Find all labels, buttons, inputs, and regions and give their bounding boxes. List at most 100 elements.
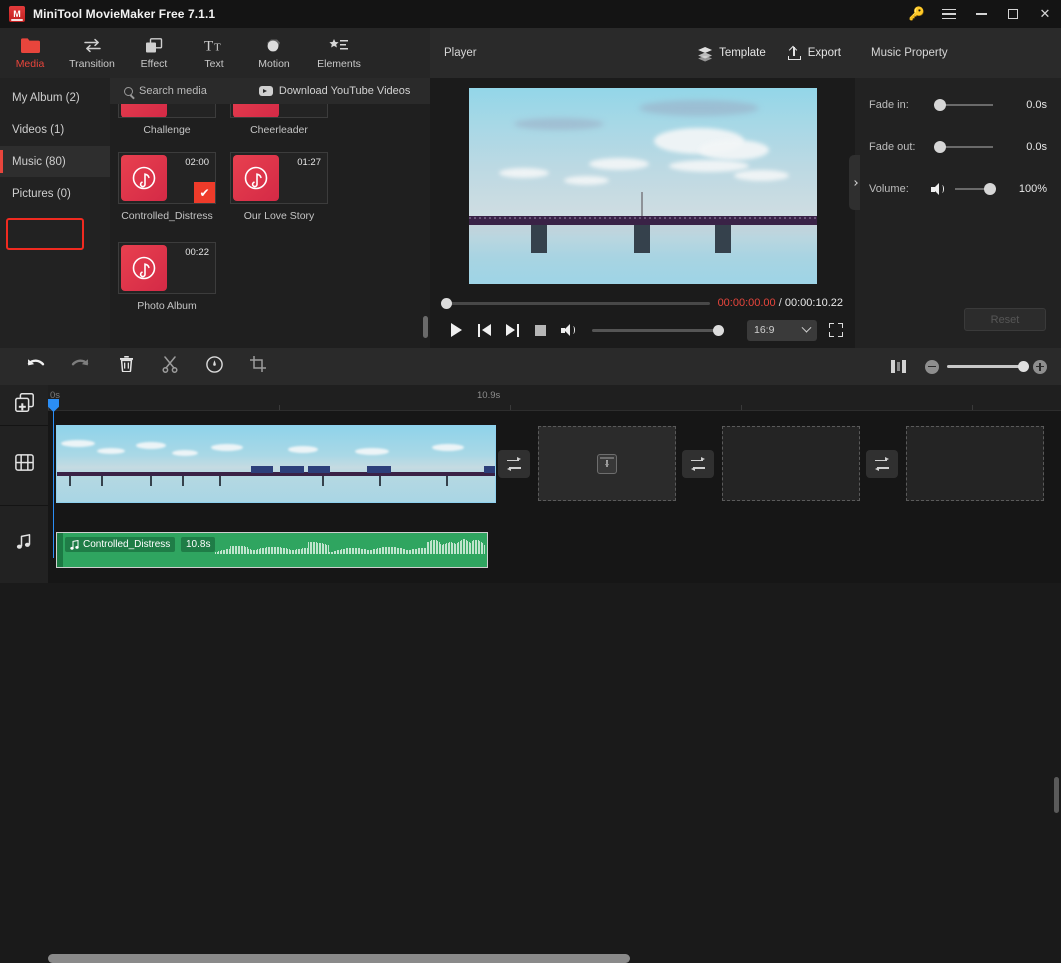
media-item-name: Cheerleader [250,124,308,136]
media-item-controlled-distress[interactable]: 02:00 ✔ Controlled_Distress [118,152,216,222]
media-item-photo-album[interactable]: 00:22 Photo Album [118,242,216,312]
volume-slider[interactable] [592,324,724,336]
timeline-vertical-scrollbar[interactable] [1054,777,1059,813]
volume-label: Volume: [869,183,909,195]
volume-button[interactable] [554,316,582,344]
tab-media[interactable]: Media [0,28,60,78]
timeline-ruler[interactable]: 0s 10.9s [48,385,1061,410]
download-youtube-label: Download YouTube Videos [278,85,411,97]
tab-motion[interactable]: Motion [244,28,304,78]
redo-button[interactable] [58,348,102,385]
undo-button[interactable] [14,348,58,385]
media-item-partial[interactable]: Cheerleader [230,104,328,136]
crop-button[interactable] [236,348,280,385]
media-item-name: Our Love Story [243,210,315,222]
fade-out-slider[interactable] [934,141,993,153]
export-label: Export [807,47,841,59]
template-button[interactable]: Template [698,47,766,62]
delete-button[interactable] [104,348,148,385]
fade-in-label: Fade in: [869,99,909,111]
zoom-in-button[interactable] [1033,359,1047,374]
maximize-button[interactable] [997,0,1029,28]
media-item-our-love-story[interactable]: 01:27 Our Love Story [230,152,328,222]
tab-text[interactable]: TT Text [184,28,244,78]
reset-button[interactable]: Reset [964,308,1046,331]
progress-knob[interactable] [441,297,452,309]
previous-frame-button[interactable] [470,316,498,344]
fullscreen-button[interactable] [829,323,843,337]
panel-collapse-handle[interactable] [849,155,860,210]
timeline-horizontal-scrollbar[interactable] [48,954,630,963]
youtube-icon [258,86,273,96]
fade-out-row: Fade out: 0.0s [855,126,1061,168]
add-media-icon [14,393,34,417]
video-preview[interactable] [468,87,817,284]
sidebar-item-label: My Album (2) [12,91,80,104]
minimize-button[interactable] [965,0,997,28]
menu-icon[interactable] [933,0,965,28]
volume-value: 100% [1018,183,1047,195]
key-icon[interactable]: 🔑 [901,0,933,28]
player-controls: 16:9 [430,313,855,347]
zoom-knob[interactable] [1018,360,1029,372]
fade-in-slider[interactable] [934,99,993,111]
audio-clip-duration: 10.8s [181,537,216,552]
playback-progress-row: 00:00:00.00 / 00:00:10.22 [430,293,855,313]
tab-elements-label: Elements [317,57,361,70]
transition-slot-button[interactable] [498,450,530,478]
media-drop-slot[interactable] [722,426,860,501]
media-drop-slot[interactable] [906,426,1044,501]
volume-knob[interactable] [713,324,724,336]
volume-property-slider[interactable] [955,183,996,195]
audio-clip[interactable]: Controlled_Distress 10.8s [56,532,488,568]
sidebar-item-my-album[interactable]: My Album (2) [0,82,110,113]
video-clip[interactable] [56,425,496,503]
play-button[interactable] [442,316,470,344]
video-preview-area [430,78,855,293]
split-button[interactable] [148,348,192,385]
speaker-icon[interactable] [931,183,945,195]
next-frame-button[interactable] [498,316,526,344]
zoom-out-button[interactable] [925,359,939,374]
music-property-panel: Music Property Fade in: 0.0s Fade out: 0… [855,28,1061,348]
speed-button[interactable] [192,348,236,385]
video-track-icon [14,454,34,476]
tab-transition[interactable]: Transition [60,28,124,78]
progress-slider[interactable] [441,297,710,309]
sidebar-item-music[interactable]: Music (80) [0,146,110,177]
transition-slot-button[interactable] [682,450,714,478]
transition-icon [691,457,705,471]
stop-button[interactable] [526,316,554,344]
video-track-header[interactable] [0,425,48,505]
text-icon: TT [204,37,224,55]
aspect-ratio-select[interactable]: 16:9 [747,319,817,341]
selected-check-icon[interactable]: ✔ [194,182,215,203]
media-item-partial[interactable]: Challenge [118,104,216,136]
property-panel-title: Music Property [855,28,1061,78]
add-media-track-button[interactable] [0,385,48,425]
transition-slot-button[interactable] [866,450,898,478]
tab-elements[interactable]: Elements [304,28,374,78]
hamburger-glyph [942,8,956,20]
zoom-slider[interactable] [947,360,1029,372]
media-vertical-scrollbar[interactable] [423,316,428,338]
media-thumbnail: 01:27 [230,152,328,204]
speed-icon [205,355,223,378]
ruler-label-end: 10.9s [477,390,501,401]
media-item-name: Controlled_Distress [121,210,213,222]
audio-track-header[interactable] [0,505,48,583]
sidebar-item-videos[interactable]: Videos (1) [0,114,110,145]
download-youtube-button[interactable]: Download YouTube Videos [258,85,411,97]
export-button[interactable]: Export [787,46,841,60]
media-drop-slot[interactable] [538,426,676,501]
template-icon [698,47,713,62]
sidebar-item-pictures[interactable]: Pictures (0) [0,178,110,209]
fit-timeline-icon[interactable] [891,360,907,373]
timeline-zoom-controls [891,359,1061,374]
player-title: Player [444,47,477,59]
main-ribbon: Media Transition Effect TT Text Motion E… [0,28,430,78]
svg-text:T: T [204,39,213,54]
close-button[interactable]: ✕ [1029,0,1061,28]
tab-effect[interactable]: Effect [124,28,184,78]
search-input[interactable]: Search media [124,85,207,97]
